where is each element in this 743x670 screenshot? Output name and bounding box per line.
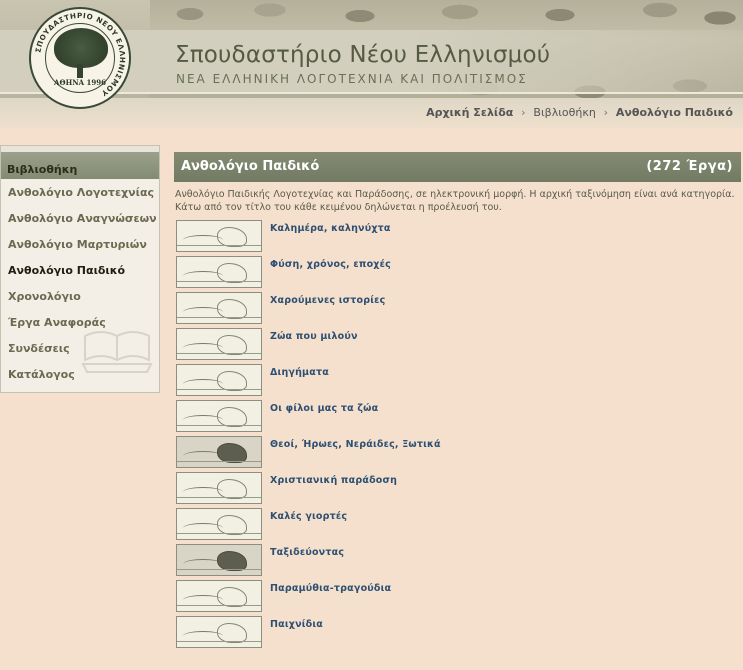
sidebar-heading-label: Βιβλιοθήκη	[7, 163, 78, 176]
hero-sketch-thumbnail[interactable]	[176, 436, 262, 468]
category-item-gods-heroes[interactable]: Θεοί, Ήρωες, Νεράιδες, Ξωτικά	[176, 436, 741, 472]
category-link[interactable]: Θεοί, Ήρωες, Νεράιδες, Ξωτικά	[270, 439, 441, 450]
village-sketch-thumbnail[interactable]	[176, 364, 262, 396]
bird-sketch-thumbnail[interactable]	[176, 328, 262, 360]
category-link[interactable]: Καλημέρα, καληνύχτα	[270, 223, 391, 234]
church-sketch-thumbnail[interactable]	[176, 508, 262, 540]
category-link[interactable]: Οι φίλοι μας τα ζώα	[270, 403, 378, 414]
breadcrumb-current: Ανθολόγιο Παιδικό	[615, 106, 733, 119]
sidebar-item-anthology-literature[interactable]: Ανθολόγιο Λογοτεχνίας	[1, 179, 159, 205]
boat-sketch-thumbnail[interactable]	[176, 544, 262, 576]
category-list: Καλημέρα, καληνύχτα Φύση, χρόνος, εποχές…	[176, 220, 741, 652]
category-item-happy-stories[interactable]: Χαρούμενες ιστορίες	[176, 292, 741, 328]
sidebar-item-anthology-readings[interactable]: Ανθολόγιο Αναγνώσεων	[1, 205, 159, 231]
breadcrumb-separator: ›	[603, 106, 609, 119]
landscape-sketch-thumbnail[interactable]	[176, 256, 262, 288]
site-subtitle: ΝΕΑ ΕΛΛΗΝΙΚΗ ΛΟΓΟΤΕΧΝΙΑ ΚΑΙ ΠΟΛΙΤΙΣΜΟΣ	[176, 72, 528, 86]
sidebar-item-chronology[interactable]: Χρονολόγιο	[1, 283, 159, 309]
site-title[interactable]: Σπουδαστήριο Νέου Ελληνισμού	[175, 42, 550, 68]
category-item-nature[interactable]: Φύση, χρόνος, εποχές	[176, 256, 741, 292]
category-item-good-morning[interactable]: Καλημέρα, καληνύχτα	[176, 220, 741, 256]
works-count: (272 Έργα)	[646, 159, 733, 174]
logo-tree-emblem: ΑΘΗΝΑ 1996	[45, 23, 115, 93]
category-link[interactable]: Παιχνίδια	[270, 619, 323, 630]
category-item-travelling[interactable]: Ταξιδεύοντας	[176, 544, 741, 580]
breadcrumb: Αρχική Σελίδα › Βιβλιοθήκη › Ανθολόγιο Π…	[426, 106, 733, 119]
breadcrumb-separator: ›	[521, 106, 526, 119]
logo-year-text: ΑΘΗΝΑ 1996	[54, 78, 106, 87]
icon-sketch-thumbnail[interactable]	[176, 472, 262, 504]
breadcrumb-home-link[interactable]: Αρχική Σελίδα	[426, 106, 513, 119]
sidebar-nav: Βιβλιοθήκη Ανθολόγιο Λογοτεχνίας Ανθολόγ…	[0, 145, 160, 393]
category-link[interactable]: Χαρούμενες ιστορίες	[270, 295, 385, 306]
category-item-animal-friends[interactable]: Οι φίλοι μας τα ζώα	[176, 400, 741, 436]
category-item-christian-tradition[interactable]: Χριστιανική παράδοση	[176, 472, 741, 508]
animal-sketch-thumbnail[interactable]	[176, 400, 262, 432]
category-item-short-stories[interactable]: Διηγήματα	[176, 364, 741, 400]
category-item-holidays[interactable]: Καλές γιορτές	[176, 508, 741, 544]
tree-icon	[54, 28, 108, 68]
category-link[interactable]: Φύση, χρόνος, εποχές	[270, 259, 391, 270]
category-link[interactable]: Παραμύθια-τραγούδια	[270, 583, 391, 594]
breadcrumb-library-link[interactable]: Βιβλιοθήκη	[533, 106, 595, 119]
category-link[interactable]: Ταξιδεύοντας	[270, 547, 344, 558]
children-sketch-thumbnail[interactable]	[176, 292, 262, 324]
category-item-games[interactable]: Παιχνίδια	[176, 616, 741, 652]
sunrise-sketch-thumbnail[interactable]	[176, 220, 262, 252]
category-item-talking-animals[interactable]: Ζώα που μιλούν	[176, 328, 741, 364]
category-link[interactable]: Διηγήματα	[270, 367, 329, 378]
tree-trunk-icon	[77, 64, 83, 78]
sidebar-heading[interactable]: Βιβλιοθήκη	[1, 146, 159, 179]
category-link[interactable]: Ζώα που μιλούν	[270, 331, 358, 342]
sidebar-item-anthology-testimonies[interactable]: Ανθολόγιο Μαρτυριών	[1, 231, 159, 257]
page-title: Ανθολόγιο Παιδικό	[181, 159, 320, 174]
category-link[interactable]: Καλές γιορτές	[270, 511, 347, 522]
category-item-fairytales-songs[interactable]: Παραμύθια-τραγούδια	[176, 580, 741, 616]
site-logo[interactable]: ΣΠΟΥΔΑΣΤΗΡΙΟ ΝΕΟΥ ΕΛΛΗΝΙΣΜΟΥ ΑΘΗΝΑ 1996	[29, 7, 131, 109]
main-section-header: Ανθολόγιο Παιδικό (272 Έργα)	[174, 152, 741, 182]
sidebar-item-anthology-children[interactable]: Ανθολόγιο Παιδικό	[1, 257, 159, 283]
category-link[interactable]: Χριστιανική παράδοση	[270, 475, 397, 486]
intro-text: Ανθολόγιο Παιδικής Λογοτεχνίας και Παράδ…	[175, 189, 735, 213]
games-sketch-thumbnail[interactable]	[176, 616, 262, 648]
open-book-icon	[81, 331, 153, 373]
fairytale-sketch-thumbnail[interactable]	[176, 580, 262, 612]
